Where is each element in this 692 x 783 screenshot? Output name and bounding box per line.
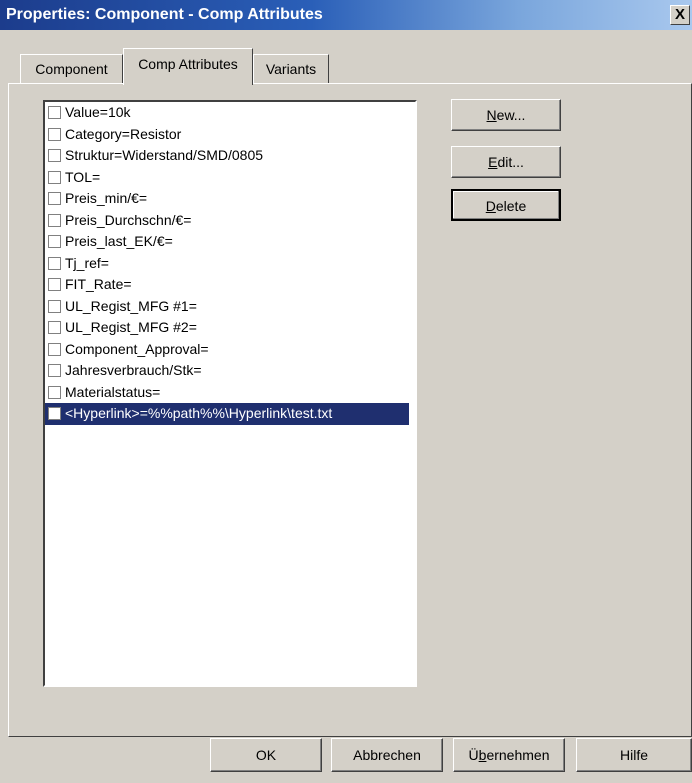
- attribute-list-item[interactable]: Preis_min/€=: [45, 188, 415, 210]
- attribute-label: Component_Approval=: [65, 340, 209, 357]
- attributes-listbox[interactable]: Value=10k Category=Resistor Struktur=Wider…: [43, 100, 417, 687]
- attribute-label: Preis_Durchschn/€=: [65, 211, 192, 228]
- tab-comp-attributes[interactable]: Comp Attributes: [123, 48, 253, 85]
- attribute-label: Materialstatus=: [65, 383, 161, 400]
- attribute-label: Jahresverbrauch/Stk=: [65, 362, 202, 378]
- attribute-checkbox[interactable]: [48, 170, 61, 184]
- attribute-checkbox[interactable]: [48, 385, 61, 399]
- attribute-checkbox[interactable]: [48, 192, 61, 205]
- close-icon: X: [674, 6, 685, 23]
- delete-button[interactable]: Delete: [451, 189, 561, 221]
- cancel-button[interactable]: Abbrechen: [331, 738, 443, 772]
- attribute-list-item[interactable]: Struktur=Widerstand/SMD/0805: [45, 145, 415, 167]
- attribute-label: <Hyperlink>=%%path%%\Hyperlink\test.txt: [65, 405, 333, 421]
- tab-variants-label: Variants: [265, 61, 317, 77]
- tab-comp-attributes-label: Comp Attributes: [138, 56, 238, 72]
- attribute-list-item[interactable]: Tj_ref=: [45, 253, 415, 275]
- tab-component[interactable]: Component: [20, 54, 123, 84]
- tab-component-label: Component: [35, 61, 108, 77]
- attribute-list-item[interactable]: Preis_Durchschn/€=: [45, 210, 415, 232]
- attribute-checkbox[interactable]: [48, 342, 61, 356]
- attribute-list-item[interactable]: UL_Regist_MFG #2=: [45, 317, 415, 339]
- attribute-label: Preis_last_EK/€=: [65, 233, 173, 249]
- attribute-list-item[interactable]: Value=10k: [45, 102, 415, 124]
- attribute-list-item[interactable]: Preis_last_EK/€=: [45, 231, 415, 253]
- attribute-list-item[interactable]: <Hyperlink>=%%path%%\Hyperlink\test.txt: [45, 403, 409, 425]
- attribute-checkbox[interactable]: [48, 106, 61, 119]
- help-button[interactable]: Hilfe: [576, 738, 692, 772]
- attribute-list-item[interactable]: Materialstatus=: [45, 382, 415, 404]
- attribute-label: TOL=: [65, 168, 101, 185]
- attribute-list-item[interactable]: FIT_Rate=: [45, 274, 415, 296]
- attribute-label: UL_Regist_MFG #1=: [65, 297, 197, 314]
- attribute-checkbox[interactable]: [48, 235, 61, 248]
- new-button[interactable]: New...: [451, 99, 561, 131]
- attribute-checkbox[interactable]: [48, 256, 61, 270]
- attribute-checkbox[interactable]: [48, 149, 61, 162]
- attribute-checkbox[interactable]: [48, 213, 61, 227]
- attribute-list-item[interactable]: Component_Approval=: [45, 339, 415, 361]
- attribute-list-item[interactable]: Category=Resistor: [45, 124, 415, 146]
- attribute-checkbox[interactable]: [48, 364, 61, 377]
- title-bar[interactable]: Properties: Component - Comp Attributes …: [0, 0, 692, 30]
- attribute-label: Value=10k: [65, 104, 131, 120]
- attribute-label: Struktur=Widerstand/SMD/0805: [65, 147, 264, 163]
- attribute-list-item[interactable]: UL_Regist_MFG #1=: [45, 296, 415, 318]
- attribute-label: Tj_ref=: [65, 254, 109, 271]
- attribute-checkbox[interactable]: [48, 321, 61, 334]
- attribute-label: Preis_min/€=: [65, 190, 148, 206]
- window-title: Properties: Component - Comp Attributes: [6, 6, 323, 23]
- attribute-label: Category=Resistor: [65, 125, 182, 142]
- attribute-list-item[interactable]: Jahresverbrauch/Stk=: [45, 360, 415, 382]
- close-button[interactable]: X: [670, 5, 690, 25]
- attribute-checkbox[interactable]: [48, 407, 61, 420]
- attribute-checkbox[interactable]: [48, 299, 61, 313]
- ok-button[interactable]: OK: [210, 738, 322, 772]
- apply-button[interactable]: Übernehmen: [453, 738, 565, 772]
- attribute-checkbox[interactable]: [48, 278, 61, 291]
- attribute-checkbox[interactable]: [48, 127, 61, 141]
- attribute-list-item[interactable]: TOL=: [45, 167, 415, 189]
- tab-variants[interactable]: Variants: [253, 54, 329, 84]
- edit-button[interactable]: Edit...: [451, 146, 561, 178]
- attribute-label: UL_Regist_MFG #2=: [65, 319, 197, 335]
- attribute-label: FIT_Rate=: [65, 276, 132, 292]
